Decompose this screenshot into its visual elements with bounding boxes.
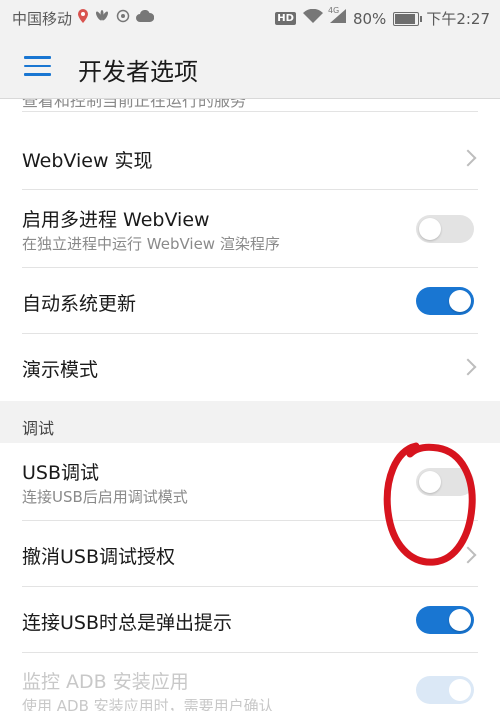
list-item-revoke-usb-auth[interactable]: 撤消USB调试授权 <box>0 521 500 587</box>
multiprocess-toggle[interactable] <box>416 215 474 243</box>
section-debug-label: 调试 <box>22 419 55 438</box>
list-item-webview-impl[interactable]: WebView 实现 <box>0 124 500 190</box>
wifi-icon <box>302 8 323 28</box>
section-header-debug: 调试 <box>0 401 500 443</box>
running-services-label: 查看和控制当前正在运行的服务 <box>22 99 247 110</box>
usb-prompt-toggle[interactable] <box>416 606 474 634</box>
list-item-adb-install: 监控 ADB 安装应用 使用 ADB 安装应用时，需要用户确认 <box>0 653 500 711</box>
cloud-icon <box>136 9 155 27</box>
status-left: 中国移动 <box>12 8 155 29</box>
status-right: HD 4G 80% 下午2:27 <box>275 6 490 29</box>
clock: 下午2:27 <box>426 10 490 28</box>
usb-prompt-label: 连接USB时总是弹出提示 <box>22 612 233 634</box>
chevron-right-icon <box>459 358 477 376</box>
list-item-usb-debugging[interactable]: USB调试 连接USB后启用调试模式 <box>0 443 500 521</box>
multiprocess-subtitle: 在独立进程中运行 WebView 渲染程序 <box>22 235 280 253</box>
auto-update-label: 自动系统更新 <box>22 293 137 315</box>
chevron-right-icon <box>459 149 477 167</box>
auto-update-toggle[interactable] <box>416 287 474 315</box>
adb-install-toggle <box>416 676 474 704</box>
chevron-right-icon <box>459 546 477 564</box>
list-item-auto-update[interactable]: 自动系统更新 <box>0 268 500 334</box>
app-bar: 开发者选项 <box>0 34 500 99</box>
usb-debug-label: USB调试 <box>22 462 100 484</box>
data-icon <box>116 9 130 28</box>
battery-icon <box>393 11 423 26</box>
signal-icon: 4G <box>328 6 346 28</box>
webview-impl-label: WebView 实现 <box>22 150 153 172</box>
adb-install-label: 监控 ADB 安装应用 <box>22 671 189 693</box>
revoke-usb-label: 撤消USB调试授权 <box>22 546 176 568</box>
huawei-icon <box>94 10 110 27</box>
hd-icon: HD <box>275 12 296 25</box>
menu-icon[interactable] <box>24 56 51 76</box>
list-item-demo-mode[interactable]: 演示模式 <box>0 334 500 401</box>
settings-list[interactable]: 查看和控制当前正在运行的服务 WebView 实现 启用多进程 WebView … <box>0 99 500 711</box>
network-type-label: 4G <box>327 6 340 15</box>
carrier-label: 中国移动 <box>12 10 73 28</box>
demo-mode-label: 演示模式 <box>22 359 99 381</box>
list-item-multiprocess-webview[interactable]: 启用多进程 WebView 在独立进程中运行 WebView 渲染程序 <box>0 190 500 268</box>
usb-debug-toggle[interactable] <box>416 468 474 496</box>
list-item-usb-prompt[interactable]: 连接USB时总是弹出提示 <box>0 587 500 653</box>
battery-percent: 80% <box>352 9 387 28</box>
adb-install-subtitle: 使用 ADB 安装应用时，需要用户确认 <box>22 697 274 711</box>
multiprocess-label: 启用多进程 WebView <box>22 209 210 231</box>
location-pin-icon <box>78 9 89 28</box>
status-bar: 中国移动 HD 4G 80% 下午2:27 <box>0 0 500 34</box>
list-item-running-services[interactable]: 查看和控制当前正在运行的服务 <box>0 99 500 112</box>
usb-debug-subtitle: 连接USB后启用调试模式 <box>22 488 188 506</box>
page-title: 开发者选项 <box>78 58 198 86</box>
